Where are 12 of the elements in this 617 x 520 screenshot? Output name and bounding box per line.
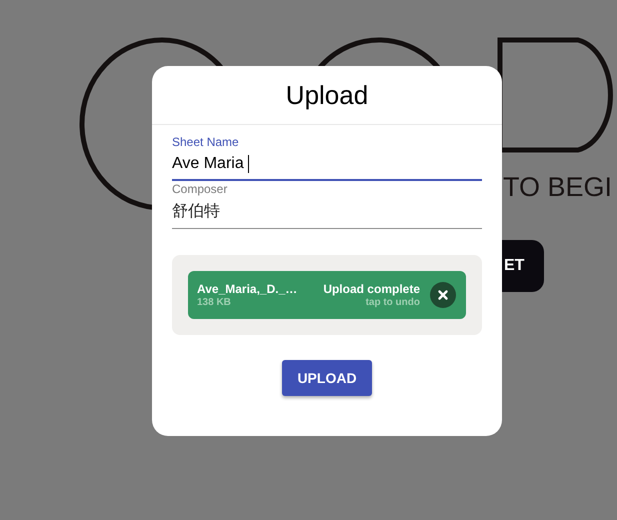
close-icon[interactable] — [430, 282, 456, 308]
file-name: Ave_Maria,_D._… — [197, 282, 298, 296]
field-label: Composer — [172, 182, 228, 196]
field-label: Sheet Name — [172, 135, 240, 149]
file-size: 138 KB — [197, 296, 232, 308]
start-button[interactable]: ET — [502, 240, 544, 292]
text-field[interactable]: Ave Maria — [172, 149, 482, 181]
upload-status: Upload complete — [323, 282, 420, 296]
upload-button[interactable]: UPLOAD — [282, 360, 372, 396]
dialog-title: Upload — [286, 78, 368, 112]
text-field[interactable]: 舒伯特 — [172, 196, 482, 229]
tagline: TO BEGI — [503, 174, 612, 201]
